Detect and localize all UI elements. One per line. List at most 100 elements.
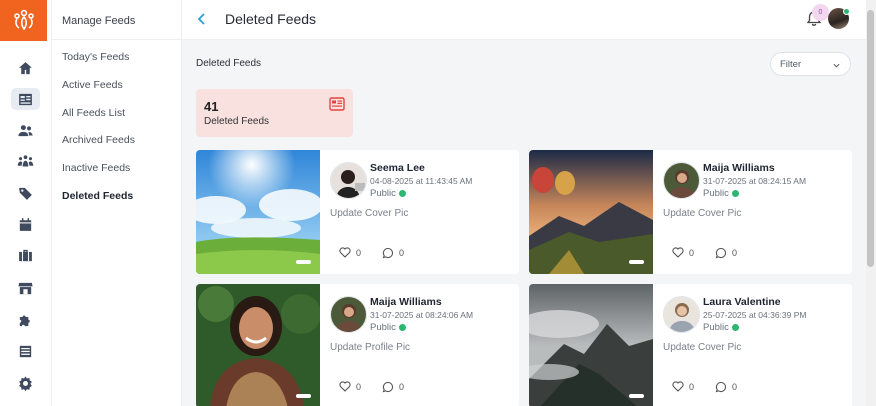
comment-count: 0	[399, 248, 405, 258]
chevron-down-icon	[833, 63, 840, 68]
post-date: 31-07-2025 at 08:24:06 AM	[370, 310, 474, 320]
groups-icon[interactable]	[14, 150, 36, 172]
comment-button[interactable]: 0	[382, 381, 404, 393]
calendar-icon[interactable]	[14, 213, 36, 235]
cover-image	[529, 284, 653, 406]
feed-card[interactable]: Maija Williams 31-07-2025 at 08:24:15 AM…	[529, 150, 852, 274]
comment-count: 0	[732, 382, 738, 392]
page-title: Deleted Feeds	[225, 11, 317, 27]
subnav-item-archived-feeds[interactable]: Archived Feeds	[62, 134, 135, 146]
puzzle-icon[interactable]	[14, 309, 36, 331]
like-count: 0	[689, 381, 695, 392]
heart-icon	[672, 381, 684, 392]
top-header: Deleted Feeds 0	[182, 0, 866, 40]
icon-rail	[0, 0, 52, 406]
author-avatar	[330, 296, 367, 333]
like-button[interactable]: 0	[672, 247, 694, 258]
post-text: Update Cover Pic	[330, 208, 409, 219]
visibility-label: Public	[370, 322, 396, 333]
image-indicator	[629, 394, 644, 398]
post-visibility: Public	[370, 188, 406, 199]
heart-icon	[339, 381, 351, 392]
post-visibility: Public	[370, 322, 406, 333]
comment-icon	[382, 247, 394, 259]
comment-icon	[382, 381, 394, 393]
scrollbar-thumb[interactable]	[867, 10, 874, 267]
visibility-label: Public	[370, 188, 396, 199]
feed-card[interactable]: Seema Lee 04-08-2025 at 11:43:45 AM Publ…	[196, 150, 519, 274]
image-indicator	[296, 394, 311, 398]
comment-count: 0	[732, 248, 738, 258]
post-text: Update Cover Pic	[663, 342, 742, 353]
author-avatar	[330, 162, 367, 199]
globe-icon	[731, 324, 739, 331]
post-date: 31-07-2025 at 08:24:15 AM	[703, 176, 807, 186]
author-name[interactable]: Seema Lee	[370, 162, 425, 174]
cover-image	[196, 284, 321, 406]
like-count: 0	[689, 247, 695, 258]
page-scrollbar[interactable]	[866, 0, 876, 406]
stat-label: Deleted Feeds	[204, 116, 270, 127]
subnav-item-active-feeds[interactable]: Active Feeds	[62, 79, 123, 91]
section-title: Deleted Feeds	[196, 58, 262, 69]
author-name[interactable]: Maija Williams	[703, 162, 775, 174]
back-arrow-icon[interactable]	[194, 11, 210, 27]
image-indicator	[629, 260, 644, 264]
like-count: 0	[356, 247, 362, 258]
people-logo-icon[interactable]	[0, 0, 47, 41]
post-visibility: Public	[703, 322, 739, 333]
post-text: Update Cover Pic	[663, 208, 742, 219]
author-name[interactable]: Laura Valentine	[703, 296, 781, 308]
list-icon[interactable]	[14, 340, 36, 362]
like-button[interactable]: 0	[339, 247, 361, 258]
globe-icon	[731, 190, 739, 197]
subnav-divider	[52, 39, 181, 40]
filter-dropdown[interactable]: Filter	[770, 52, 851, 76]
author-name[interactable]: Maija Williams	[370, 296, 442, 308]
comment-icon	[715, 381, 727, 393]
cover-image	[529, 150, 653, 274]
post-text: Update Profile Pic	[330, 342, 411, 353]
author-avatar	[663, 296, 700, 333]
globe-icon	[398, 324, 406, 331]
image-indicator	[296, 260, 311, 264]
author-avatar	[663, 162, 700, 199]
comment-button[interactable]: 0	[715, 381, 737, 393]
notification-badge: 0	[812, 4, 829, 21]
visibility-label: Public	[703, 188, 729, 199]
subnav-item-all-feeds-list[interactable]: All Feeds List	[62, 107, 125, 119]
store-icon[interactable]	[14, 277, 36, 299]
subnav-item-todays-feeds[interactable]: Today's Feeds	[62, 51, 129, 63]
comment-button[interactable]: 0	[382, 247, 404, 259]
subnav-item-inactive-feeds[interactable]: Inactive Feeds	[62, 162, 130, 174]
post-visibility: Public	[703, 188, 739, 199]
like-button[interactable]: 0	[672, 381, 694, 392]
feed-card[interactable]: Laura Valentine 25-07-2025 at 04:36:39 P…	[529, 284, 852, 406]
subnav-title: Manage Feeds	[62, 15, 136, 27]
stat-value: 41	[204, 99, 219, 114]
cover-image	[196, 150, 323, 274]
comment-count: 0	[399, 382, 405, 392]
feeds-subnav: Manage Feeds Today's Feeds Active Feeds …	[52, 0, 182, 406]
users-icon[interactable]	[14, 119, 36, 141]
visibility-label: Public	[703, 322, 729, 333]
globe-icon	[398, 190, 406, 197]
comment-icon	[715, 247, 727, 259]
deleted-feeds-stat-card: 41 Deleted Feeds	[196, 89, 353, 137]
tags-icon[interactable]	[14, 182, 36, 204]
subnav-item-deleted-feeds[interactable]: Deleted Feeds	[62, 190, 133, 202]
feed-card[interactable]: Maija Williams 31-07-2025 at 08:24:06 AM…	[196, 284, 519, 406]
post-date: 25-07-2025 at 04:36:39 PM	[703, 310, 807, 320]
like-count: 0	[356, 381, 362, 392]
post-date: 04-08-2025 at 11:43:45 AM	[370, 176, 473, 186]
heart-icon	[672, 247, 684, 258]
heart-icon	[339, 247, 351, 258]
settings-icon[interactable]	[14, 372, 36, 394]
home-icon[interactable]	[14, 57, 36, 79]
like-button[interactable]: 0	[339, 381, 361, 392]
comment-button[interactable]: 0	[715, 247, 737, 259]
briefcase-icon[interactable]	[14, 244, 36, 266]
newspaper-icon	[329, 97, 345, 111]
online-status-dot	[843, 8, 850, 15]
feeds-icon[interactable]	[11, 88, 40, 110]
